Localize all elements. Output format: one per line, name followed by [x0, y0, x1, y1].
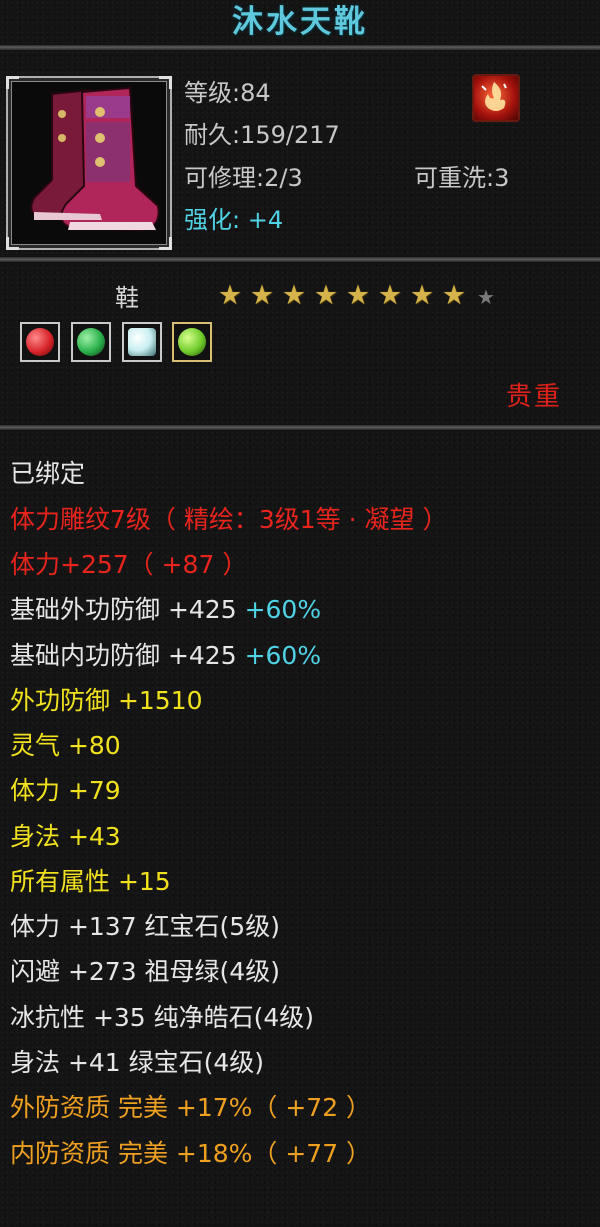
- enhance-value: +4: [247, 206, 284, 234]
- rarity-label: 贵重: [506, 382, 563, 412]
- bound-status: 已绑定: [10, 459, 86, 488]
- rewash-text: 可重洗:3: [414, 164, 510, 192]
- spirit-line: 灵气 +80: [10, 731, 121, 760]
- base-ext-def-line: 基础外功防御 +425 +60%: [10, 592, 321, 628]
- gem-slot-3[interactable]: [122, 322, 162, 362]
- ext-quality-line: 外防资质 完美 +17%（ +72 ）: [10, 1093, 372, 1122]
- star-filled-icon: ★: [217, 280, 243, 311]
- agility-line: 身法 +43: [10, 822, 121, 851]
- star-filled-icon: ★: [313, 280, 339, 311]
- base-int-def: 基础内功防御 +425: [10, 641, 237, 670]
- base-int-def-line: 基础内功防御 +425 +60%: [10, 638, 321, 674]
- gem-dodge-line: 闪避 +273 祖母绿(4级): [10, 957, 280, 986]
- divider-stats: [0, 424, 600, 431]
- gem-slot-1[interactable]: [20, 322, 60, 362]
- int-quality-line: 内防资质 完美 +18%（ +77 ）: [10, 1139, 372, 1168]
- boots-icon: [30, 86, 160, 232]
- star-filled-icon: ★: [377, 280, 403, 311]
- flame-badge-icon: [472, 74, 520, 122]
- divider-top: [0, 44, 600, 51]
- all-attr-line: 所有属性 +15: [10, 867, 171, 896]
- ext-def-line: 外功防御 +1510: [10, 686, 203, 715]
- stamina-line: 体力 +79: [10, 776, 121, 805]
- item-title-bar: 沐水天靴: [0, 0, 600, 44]
- level-text: 等级:84: [184, 79, 271, 107]
- gem-slot-4[interactable]: [172, 322, 212, 362]
- enhance-label: 强化:: [184, 206, 241, 234]
- white-gem-icon: [128, 328, 156, 356]
- star-filled-icon: ★: [441, 280, 467, 311]
- item-icon-slot[interactable]: [6, 76, 172, 250]
- star-rating: ★ ★ ★ ★ ★ ★ ★ ★ ★: [214, 282, 502, 310]
- durability-text: 耐久:159/217: [184, 121, 340, 149]
- star-filled-icon: ★: [281, 280, 307, 311]
- enhance-text: 强化: +4: [184, 205, 283, 235]
- star-empty-icon: ★: [477, 285, 495, 309]
- item-type: 鞋: [115, 284, 139, 312]
- gem-agility-line: 身法 +41 绿宝石(4级): [10, 1048, 265, 1077]
- red-gem-icon: [26, 328, 54, 356]
- base-ext-def-pct: +60%: [244, 595, 322, 624]
- divider-mid: [0, 256, 600, 263]
- gem-stamina-line: 体力 +137 红宝石(5级): [10, 912, 280, 941]
- stamina-engrave-line: 体力+257（ +87 ）: [10, 550, 248, 579]
- base-int-def-pct: +60%: [244, 641, 322, 670]
- base-ext-def: 基础外功防御 +425: [10, 595, 237, 624]
- item-name: 沐水天靴: [232, 4, 368, 40]
- gem-slot-2[interactable]: [71, 322, 111, 362]
- star-filled-icon: ★: [409, 280, 435, 311]
- star-filled-icon: ★: [249, 280, 275, 311]
- repair-text: 可修理:2/3: [184, 164, 303, 192]
- engrave-line: 体力雕纹7级（ 精绘：3级1等 · 凝望 ）: [10, 505, 448, 534]
- green-gem-icon: [77, 328, 105, 356]
- green-gem-icon: [178, 328, 206, 356]
- gem-ice-line: 冰抗性 +35 纯净皓石(4级): [10, 1003, 315, 1032]
- star-filled-icon: ★: [345, 280, 371, 311]
